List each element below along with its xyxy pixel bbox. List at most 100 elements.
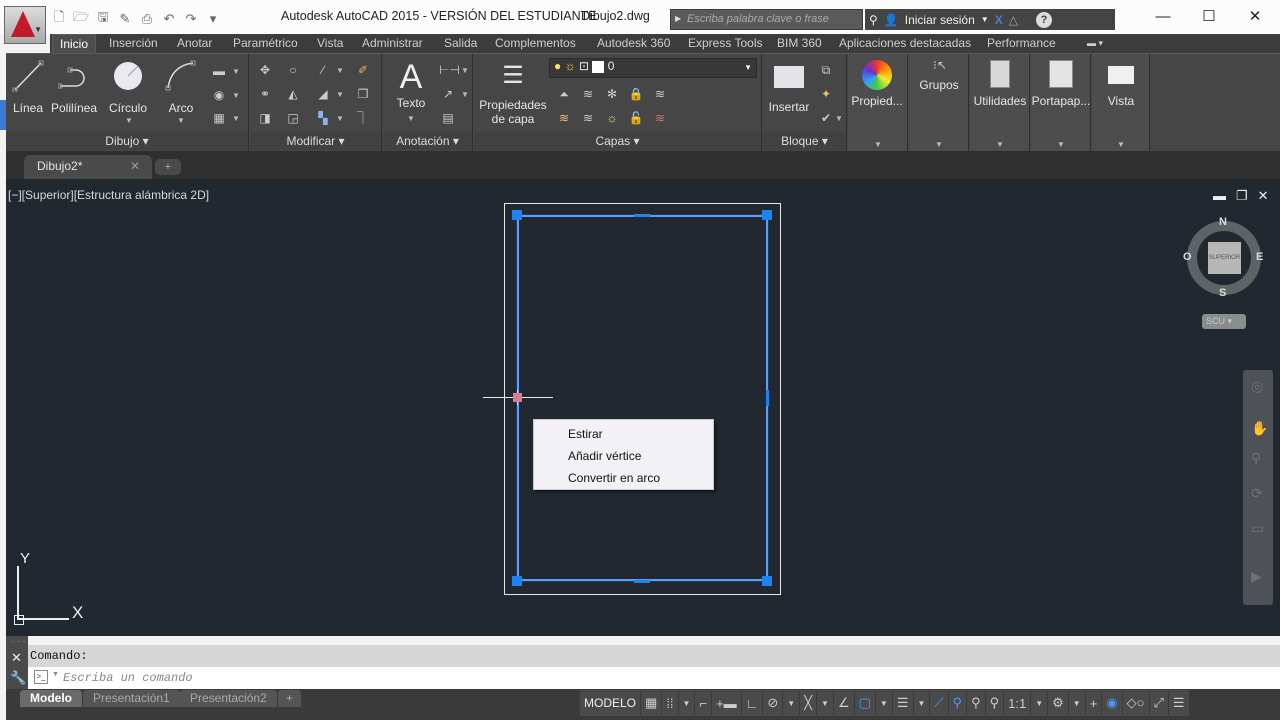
- chevron-down-icon[interactable]: ▼: [125, 116, 133, 125]
- panel-title-bloque[interactable]: Bloque ▾: [763, 132, 846, 150]
- circle-button[interactable]: Círculo ▼: [106, 60, 150, 125]
- auto-scale-icon[interactable]: ⚲: [967, 691, 986, 715]
- copy-icon[interactable]: ⚭: [256, 86, 274, 102]
- create-block-icon[interactable]: ⧉: [817, 62, 835, 78]
- restore-icon[interactable]: ❐: [1236, 188, 1248, 204]
- chevron-down-icon[interactable]: ▼: [52, 671, 59, 678]
- steering-wheel-icon[interactable]: ◎: [1251, 378, 1263, 395]
- customize-menu-icon[interactable]: ☰: [1169, 691, 1190, 715]
- isolate-objects-icon[interactable]: ◇○: [1123, 691, 1150, 715]
- viewcube-face[interactable]: SUPERIOR: [1208, 242, 1241, 274]
- snap-icon[interactable]: ⁞⁞: [662, 691, 679, 715]
- tab-administrar[interactable]: Administrar: [355, 34, 430, 53]
- workspace-gear-icon[interactable]: ⚙: [1048, 691, 1069, 715]
- compass-east[interactable]: E: [1256, 251, 1263, 263]
- orbit-icon[interactable]: ⟳: [1251, 485, 1263, 502]
- layer-delete-icon[interactable]: ≋: [651, 110, 669, 126]
- layer-walk-icon[interactable]: ≋: [651, 86, 669, 102]
- layout-tab-modelo[interactable]: Modelo: [20, 690, 82, 707]
- dynamic-input-icon[interactable]: +▬: [712, 691, 742, 715]
- chevron-down-icon[interactable]: ▼: [981, 15, 989, 24]
- explode-icon[interactable]: ❒: [354, 86, 372, 102]
- tab-express-tools[interactable]: Express Tools: [681, 34, 769, 53]
- chevron-down-icon[interactable]: ▼: [232, 114, 240, 123]
- application-menu-button[interactable]: ▼: [4, 6, 46, 44]
- chevron-down-icon[interactable]: ▼: [336, 66, 344, 75]
- tab-autodesk-360[interactable]: Autodesk 360: [590, 34, 677, 53]
- layer-lock-icon[interactable]: 🔒: [627, 86, 645, 102]
- close-button[interactable]: ✕: [1232, 4, 1278, 28]
- grip-vertex[interactable]: [762, 576, 772, 586]
- layer-match-icon[interactable]: ≋: [579, 86, 597, 102]
- object-snap-icon[interactable]: ▢: [855, 691, 876, 715]
- annotation-visibility-icon[interactable]: ⚲: [949, 691, 968, 715]
- menu-item-convertir-en-arco[interactable]: Convertir en arco: [534, 467, 713, 489]
- layer-isolate-icon[interactable]: ⏶: [555, 86, 573, 102]
- showmotion-icon[interactable]: ▭: [1251, 520, 1264, 537]
- stretch-icon[interactable]: ◨: [256, 110, 274, 126]
- search-input[interactable]: ▶ Escriba palabra clave o frase: [670, 9, 863, 30]
- annotation-scale-icon[interactable]: ⚲: [986, 691, 1005, 715]
- chevron-down-icon[interactable]: ▼: [1031, 691, 1049, 715]
- panel-title-dibujo[interactable]: Dibujo ▾: [6, 132, 248, 150]
- chevron-down-icon[interactable]: ▼: [783, 691, 801, 715]
- layer-dropdown[interactable]: ● ☼ ⊡ 0 ▼: [549, 58, 757, 78]
- grid-icon[interactable]: ▦: [641, 691, 663, 715]
- chevron-down-icon[interactable]: ▼: [1069, 691, 1086, 715]
- polyline-button[interactable]: Polilínea: [48, 60, 100, 115]
- menu-item-anadir-vertice[interactable]: Añadir vértice: [534, 445, 713, 467]
- tab-insercion[interactable]: Inserción: [102, 34, 165, 53]
- arc-button[interactable]: Arco ▼: [162, 60, 200, 125]
- tab-salida[interactable]: Salida: [437, 34, 484, 53]
- new-icon[interactable]: 🗋: [50, 9, 68, 27]
- compass-south[interactable]: S: [1219, 287, 1226, 299]
- hatch-icon[interactable]: ◉: [210, 87, 228, 103]
- array-icon[interactable]: ▚: [314, 110, 332, 126]
- new-tab-button[interactable]: +: [155, 159, 181, 175]
- tab-complementos[interactable]: Complementos: [488, 34, 583, 53]
- dynamic-ucs-icon[interactable]: ⟋: [930, 691, 949, 715]
- panel-vista[interactable]: Vista ▼: [1092, 54, 1150, 152]
- insert-button[interactable]: Insertar: [763, 62, 815, 114]
- annotation-scale-value[interactable]: 1:1: [1004, 691, 1032, 715]
- signin-button[interactable]: Iniciar sesión: [905, 13, 975, 27]
- chevron-down-icon[interactable]: ▼: [461, 90, 469, 99]
- annotation-monitor-icon[interactable]: +: [1086, 691, 1103, 715]
- save-icon[interactable]: 🖫: [94, 9, 112, 27]
- help-icon[interactable]: ?: [1035, 11, 1052, 28]
- chevron-down-icon[interactable]: ▼: [336, 114, 344, 123]
- hot-grip-midpoint[interactable]: [513, 393, 522, 402]
- undo-icon[interactable]: ↶: [160, 11, 178, 27]
- erase-icon[interactable]: ✐: [354, 62, 372, 78]
- panel-title-capas[interactable]: Capas ▾: [474, 132, 761, 150]
- chevron-down-icon[interactable]: ▼: [835, 114, 843, 123]
- a360-icon[interactable]: △: [1009, 13, 1018, 27]
- scale-icon[interactable]: ◲: [284, 110, 302, 126]
- move-icon[interactable]: ✥: [256, 62, 274, 78]
- model-space-button[interactable]: MODELO: [580, 691, 642, 715]
- new-layout-button[interactable]: +: [278, 690, 302, 707]
- polar-icon[interactable]: ⊘: [763, 691, 784, 715]
- ribbon-display-toggle[interactable]: ▬ ▾: [1080, 34, 1110, 53]
- mirror-icon[interactable]: ◭: [284, 86, 302, 102]
- exchange-icon[interactable]: X: [995, 13, 1003, 27]
- pan-icon[interactable]: ✋: [1251, 420, 1268, 437]
- grip-vertex[interactable]: [762, 210, 772, 220]
- doc-tab-dibujo2[interactable]: Dibujo2* ✕: [24, 155, 152, 179]
- chevron-down-icon[interactable]: ▼: [232, 67, 240, 76]
- chevron-down-icon[interactable]: ▼: [876, 691, 893, 715]
- grip-midpoint[interactable]: [634, 580, 650, 583]
- leader-icon[interactable]: ↗: [439, 86, 457, 102]
- clean-screen-icon[interactable]: ⤢: [1150, 691, 1169, 715]
- tab-aplicaciones-destacadas[interactable]: Aplicaciones destacadas: [832, 34, 978, 53]
- boundary-icon[interactable]: ▦: [210, 110, 228, 126]
- minimize-icon[interactable]: ▬: [1213, 188, 1226, 204]
- tab-vista[interactable]: Vista: [310, 34, 350, 53]
- line-button[interactable]: Línea: [10, 60, 46, 115]
- grip-midpoint[interactable]: [634, 214, 650, 217]
- compass-north[interactable]: N: [1219, 216, 1227, 228]
- plot-icon[interactable]: ⎙: [138, 11, 156, 27]
- chevron-down-icon[interactable]: ▼: [232, 91, 240, 100]
- user-icon[interactable]: 👤: [884, 13, 899, 27]
- layout-tab-presentacion1[interactable]: Presentación1: [83, 690, 180, 707]
